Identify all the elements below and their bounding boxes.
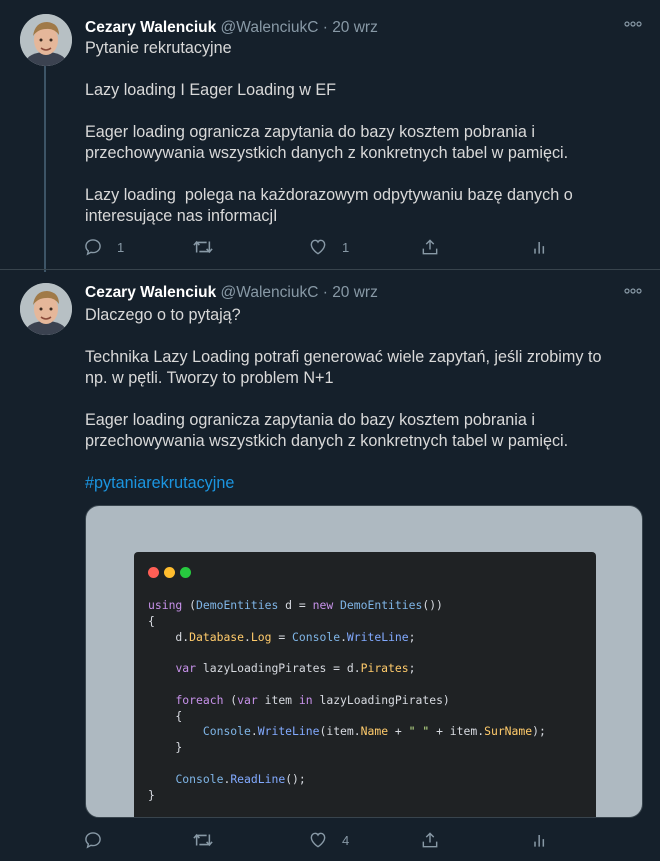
like-icon [310, 832, 326, 848]
tweet-text: Dlaczego o to pytają? Technika Lazy Load… [85, 306, 602, 450]
more-icon[interactable] [624, 21, 642, 27]
separator-dot: · [318, 284, 333, 301]
like-count: 4 [342, 832, 350, 848]
code-line: using (DemoEntities d = new DemoEntities… [148, 598, 443, 612]
avatar[interactable] [20, 14, 72, 66]
tweet-date[interactable]: 20 wrz [332, 19, 378, 36]
like-button[interactable]: 4 [308, 830, 349, 850]
tweet-1[interactable]: Cezary Walenciuk @WalenciukC · 20 wrz Py… [0, 0, 660, 272]
like-count: 1 [342, 239, 350, 255]
retweet-button[interactable] [192, 237, 228, 257]
separator-dot: · [318, 19, 333, 36]
share-icon [422, 239, 438, 255]
like-button[interactable]: 1 [308, 237, 349, 257]
tweet-header: Cezary Walenciuk @WalenciukC · 20 wrz [85, 283, 378, 303]
retweet-button[interactable] [192, 830, 228, 850]
window-controls [148, 567, 191, 578]
reply-icon [85, 239, 101, 256]
analytics-button[interactable] [530, 237, 550, 257]
reply-button[interactable]: 1 [83, 237, 124, 257]
reply-button[interactable] [83, 830, 117, 850]
share-button[interactable] [420, 237, 440, 257]
thread-line [44, 66, 46, 272]
reply-count: 1 [117, 239, 125, 255]
close-dot-icon [148, 567, 159, 578]
code-image[interactable]: using (DemoEntities d = new DemoEntities… [85, 505, 643, 818]
retweet-icon [193, 240, 213, 254]
minimize-dot-icon [164, 567, 175, 578]
author-handle[interactable]: @WalenciukC [221, 284, 319, 301]
code-line: Console.ReadLine(); [175, 771, 306, 786]
tweet-divider [0, 269, 660, 270]
like-icon [310, 239, 326, 255]
more-icon[interactable] [624, 288, 642, 294]
code-line: foreach (var item in lazyLoadingPirates) [175, 692, 450, 707]
tweet-actions: 4 [72, 830, 592, 854]
share-icon [422, 832, 438, 848]
code-window: using (DemoEntities d = new DemoEntities… [134, 552, 596, 817]
code-line: var lazyLoadingPirates = d.Pirates; [175, 661, 416, 676]
share-button[interactable] [420, 830, 440, 850]
code-line: Console.WriteLine(item.Name + " " + item… [202, 724, 546, 739]
analytics-icon [534, 242, 545, 254]
tweet-header: Cezary Walenciuk @WalenciukC · 20 wrz [85, 18, 378, 38]
code-block: using (DemoEntities d = new DemoEntities… [148, 598, 546, 803]
reply-icon [85, 832, 101, 849]
tweet-date[interactable]: 20 wrz [332, 284, 378, 301]
tweet-text: Pytanie rekrutacyjne Lazy loading I Eage… [85, 39, 573, 225]
code-line: } [148, 740, 183, 755]
hashtag-link[interactable]: #pytaniarekrutacyjne [85, 473, 625, 494]
avatar[interactable] [20, 283, 72, 335]
retweet-icon [193, 833, 213, 847]
author-handle[interactable]: @WalenciukC [221, 19, 319, 36]
author-name[interactable]: Cezary Walenciuk [85, 19, 216, 36]
maximize-dot-icon [180, 567, 191, 578]
code-line: d.Database.Log = Console.WriteLine; [148, 629, 416, 644]
analytics-icon [534, 835, 545, 847]
code-line: { [148, 708, 183, 723]
author-name[interactable]: Cezary Walenciuk [85, 284, 216, 301]
code-line: { [148, 613, 155, 628]
analytics-button[interactable] [530, 830, 550, 850]
code-line: } [148, 787, 155, 802]
tweet-actions: 1 1 [72, 237, 592, 261]
